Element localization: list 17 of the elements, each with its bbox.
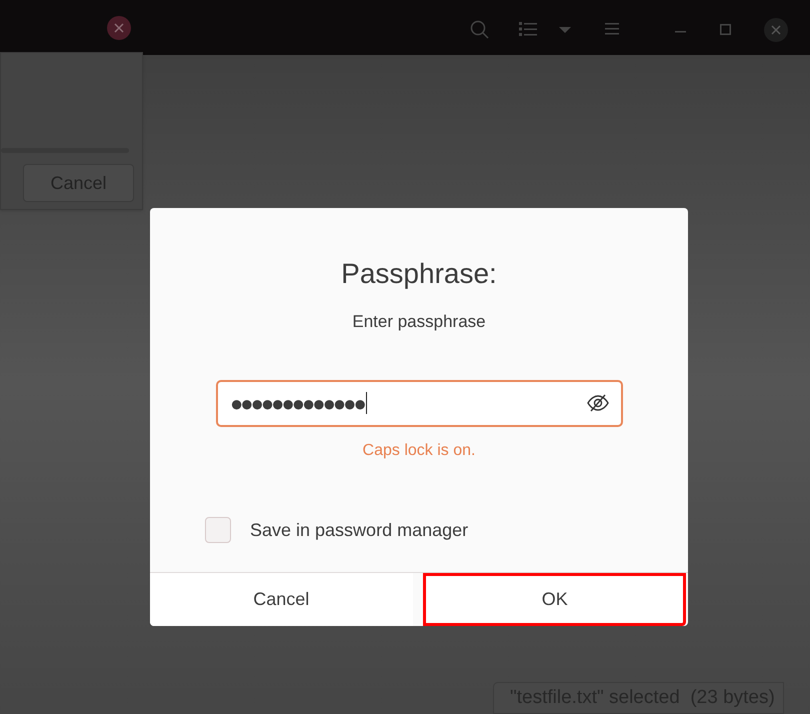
close-icon[interactable] <box>764 18 788 42</box>
minimize-icon[interactable] <box>675 31 686 33</box>
checkbox-label[interactable]: Save in password manager <box>250 516 468 544</box>
caps-lock-warning: Caps lock is on. <box>362 440 476 460</box>
list-view-icon[interactable] <box>519 22 537 36</box>
search-icon[interactable] <box>470 20 490 40</box>
dropdown-icon[interactable] <box>559 27 571 33</box>
maximize-icon[interactable] <box>720 24 731 35</box>
close-icon[interactable] <box>107 16 131 40</box>
password-field[interactable]: ●●●●●●●●●●●●● <box>216 380 623 426</box>
dialog-prompt: Enter passphrase <box>352 311 486 333</box>
eye-slash-icon[interactable] <box>587 394 609 412</box>
menu-icon[interactable] <box>605 23 619 35</box>
dialog-button[interactable]: OK <box>422 573 686 626</box>
dialog-title: Passphrase: <box>341 257 497 291</box>
dialog-button[interactable]: Cancel <box>150 573 412 626</box>
checkbox[interactable] <box>205 517 231 543</box>
